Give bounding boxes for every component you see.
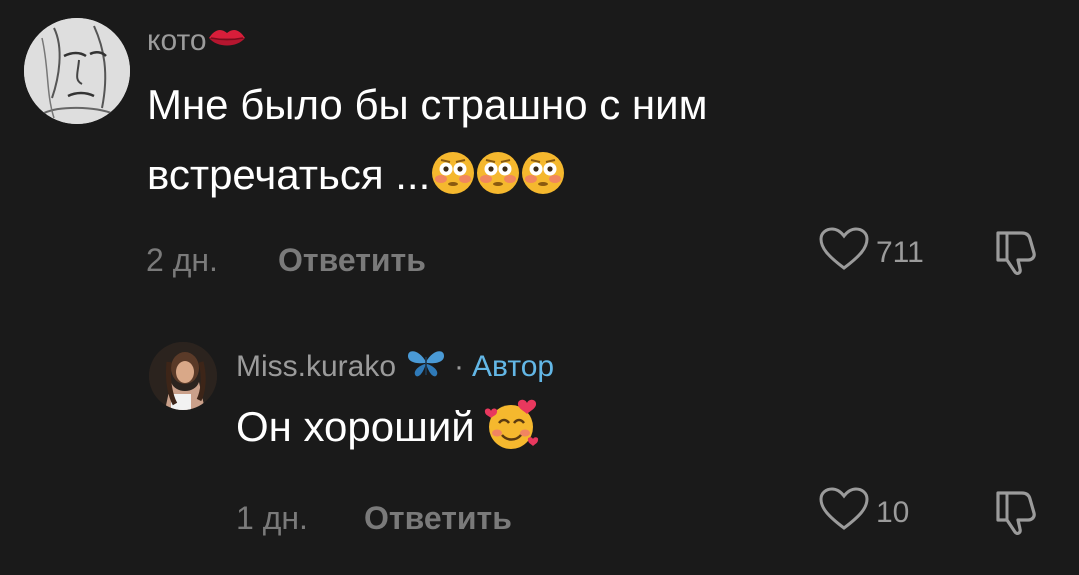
- smiling-face-with-hearts-icon: [483, 395, 541, 453]
- like-button[interactable]: 10: [818, 486, 909, 540]
- username-text[interactable]: кото: [147, 24, 207, 58]
- author-badge: Автор: [472, 350, 555, 383]
- comment-timestamp: 1 дн.: [236, 500, 308, 536]
- reply-button[interactable]: Ответить: [364, 500, 512, 537]
- comment: кото Мне было бы страшно с ним встречать…: [0, 12, 1079, 302]
- thumbs-down-icon: [990, 231, 1040, 281]
- flushed-face-icon: [431, 146, 475, 194]
- comment-timestamp: 2 дн.: [146, 242, 218, 278]
- comment-text-line: Мне было бы страшно с ним: [147, 81, 708, 128]
- dislike-button[interactable]: [990, 487, 1040, 542]
- avatar[interactable]: [24, 18, 130, 124]
- like-button[interactable]: 711: [818, 226, 924, 280]
- like-count: 10: [876, 496, 910, 529]
- comment-text: Он хороший: [236, 392, 936, 462]
- heart-icon: [818, 226, 876, 280]
- avatar[interactable]: [149, 342, 217, 410]
- reply-comment: Miss.kurako · Автор Он хороший 1 дн. Отв…: [0, 340, 1079, 570]
- thumbs-down-icon: [990, 491, 1040, 541]
- username[interactable]: кото: [147, 24, 247, 58]
- comment-text-fragment: Он хороший: [236, 403, 475, 450]
- heart-icon: [818, 486, 876, 540]
- comment-text-line: встречаться ...: [147, 140, 907, 210]
- comment-text-fragment: встречаться ...: [147, 151, 431, 198]
- dislike-button[interactable]: [990, 227, 1040, 282]
- username-text[interactable]: Miss.kurako: [236, 350, 396, 384]
- comment-text: Мне было бы страшно с ним встречаться ..…: [147, 70, 907, 210]
- like-count: 711: [876, 236, 924, 269]
- lips-icon: [207, 24, 247, 58]
- separator: ·: [454, 350, 465, 383]
- username[interactable]: Miss.kurako · Автор: [236, 348, 554, 386]
- butterfly-icon: [406, 348, 446, 386]
- flushed-face-icon: [521, 146, 565, 194]
- reply-button[interactable]: Ответить: [278, 242, 426, 279]
- flushed-face-icon: [476, 146, 520, 194]
